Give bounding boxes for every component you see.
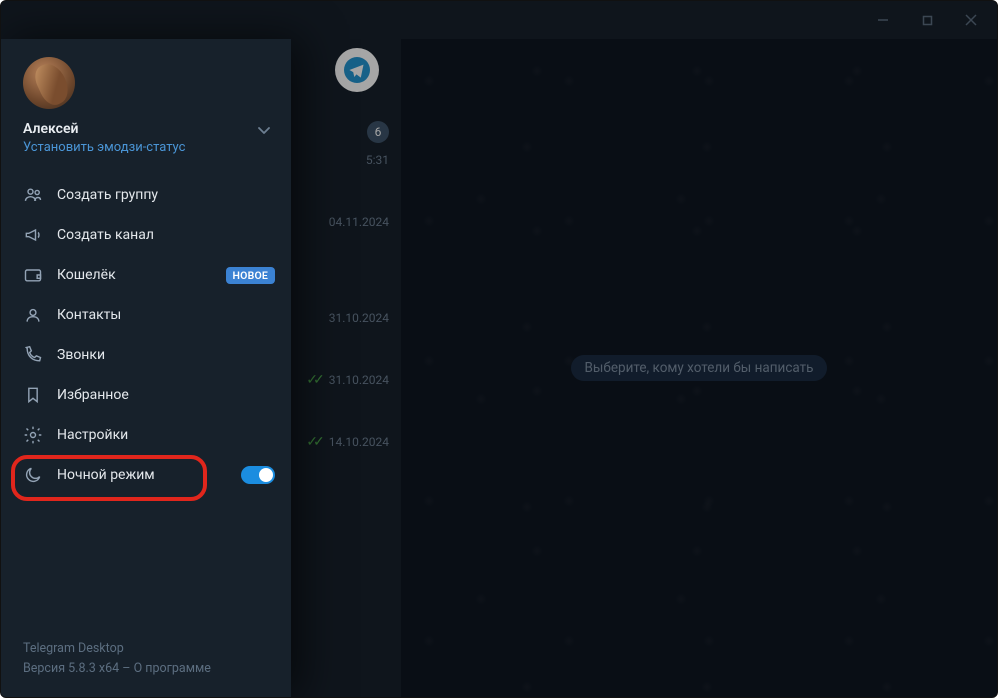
empty-hint: Выберите, кому хотели бы написать [571,355,828,381]
chat-date: 31.10.2024 [329,311,389,325]
set-emoji-status[interactable]: Установить эмодзи-статус [23,140,273,155]
menu-label: Звонки [57,347,275,363]
app-name: Telegram Desktop [23,639,269,659]
read-checks-icon: ✓✓ [306,372,319,388]
read-checks-icon: ✓✓ [306,434,319,450]
menu-wallet[interactable]: Кошелёк НОВОЕ [1,255,291,295]
close-button[interactable] [949,5,993,35]
menu-contacts[interactable]: Контакты [1,295,291,335]
megaphone-icon [23,225,57,245]
chat-date: 31.10.2024 [329,373,389,387]
expand-accounts-button[interactable] [251,117,277,143]
menu-header: Алексей Установить эмодзи-статус [1,39,291,165]
gear-icon [23,425,57,445]
telegram-icon [335,48,379,92]
maximize-button[interactable] [905,5,949,35]
chat-date: 14.10.2024 [329,435,389,449]
menu-saved[interactable]: Избранное [1,375,291,415]
contacts-icon [23,305,57,325]
menu-night-mode[interactable]: Ночной режим [1,455,291,495]
menu-label: Создать группу [57,187,275,203]
phone-icon [23,345,57,365]
menu-list: Создать группу Создать канал Кошелёк НОВ… [1,165,291,499]
minimize-button[interactable] [861,5,905,35]
chat-date: 04.11.2024 [329,215,389,229]
menu-footer: Telegram Desktop Версия 5.8.3 x64 – О пр… [1,639,291,697]
menu-label: Настройки [57,427,275,443]
user-name: Алексей [23,121,273,137]
menu-new-channel[interactable]: Создать канал [1,215,291,255]
side-menu: Алексей Установить эмодзи-статус Создать… [1,39,291,697]
main-area: Выберите, кому хотели бы написать [401,39,997,697]
group-icon [23,185,57,205]
app-version: Версия 5.8.3 x64 [23,661,119,676]
menu-calls[interactable]: Звонки [1,335,291,375]
window: 6 чтобы получит... 5:31 gram Premium б..… [0,0,998,698]
menu-label: Избранное [57,387,275,403]
user-avatar[interactable] [23,57,75,109]
about-link[interactable]: О программе [134,661,211,676]
menu-label: Ночной режим [57,467,241,483]
menu-new-group[interactable]: Создать группу [1,175,291,215]
night-mode-toggle[interactable] [241,466,275,484]
content: 6 чтобы получит... 5:31 gram Premium б..… [1,39,997,697]
chat-time: 5:31 [366,153,389,167]
bookmark-icon [23,385,57,405]
new-badge: НОВОЕ [226,267,276,284]
menu-label: Кошелёк [57,267,226,283]
wallet-icon [23,265,57,285]
moon-icon [23,465,57,485]
menu-settings[interactable]: Настройки [1,415,291,455]
menu-label: Создать канал [57,227,275,243]
menu-label: Контакты [57,307,275,323]
unread-badge: 6 [367,121,389,143]
titlebar [1,1,997,39]
